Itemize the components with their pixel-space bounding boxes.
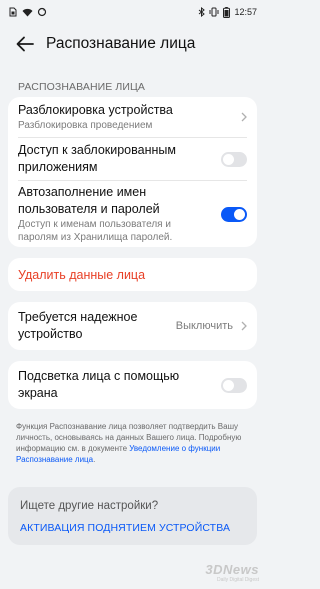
- delete-face-data-button[interactable]: Удалить данные лица: [8, 258, 257, 291]
- back-button[interactable]: [14, 33, 36, 55]
- screen-light-card: Подсветка лица с помощью экрана: [8, 361, 257, 409]
- unlock-device-subtitle: Разблокировка проведением: [18, 119, 153, 131]
- status-time: 12:57: [234, 7, 257, 17]
- sync-icon: [37, 7, 47, 17]
- autofill-subtitle: Доступ к именам пользователя и паролям и…: [18, 218, 173, 244]
- unlock-device-row[interactable]: Разблокировка устройства Разблокировка п…: [8, 97, 257, 137]
- wifi-icon: [22, 8, 33, 17]
- trusted-device-row[interactable]: Требуется надежное устройство Выключить: [8, 302, 257, 350]
- vibrate-icon: [209, 7, 219, 17]
- watermark-tagline: Daily Digital Digest: [217, 577, 259, 583]
- autofill-row: Автозаполнение имен пользователя и парол…: [8, 181, 257, 247]
- watermark-logo-text: 3DNews: [205, 562, 259, 577]
- chevron-right-icon: [237, 321, 247, 331]
- status-bar: 12:57: [0, 0, 265, 24]
- trusted-device-card: Требуется надежное устройство Выключить: [8, 302, 257, 350]
- screen-light-row: Подсветка лица с помощью экрана: [8, 361, 257, 409]
- delete-card: Удалить данные лица: [8, 258, 257, 291]
- app-bar: Распознавание лица: [0, 24, 265, 64]
- autofill-toggle[interactable]: [221, 206, 247, 222]
- suggestions-card: Ищете другие настройки? АКТИВАЦИЯ ПОДНЯТ…: [8, 487, 257, 545]
- trusted-device-value: Выключить: [175, 320, 233, 332]
- battery-icon: [223, 6, 231, 18]
- footnote-end: .: [93, 455, 96, 464]
- page-title: Распознавание лица: [46, 35, 196, 52]
- locked-apps-toggle[interactable]: [221, 151, 247, 167]
- bluetooth-icon: [198, 7, 206, 17]
- locked-apps-title: Доступ к заблокированным приложениям: [18, 143, 176, 174]
- screen-light-title: Подсветка лица с помощью экрана: [18, 369, 180, 400]
- chevron-right-icon: [237, 112, 247, 122]
- back-arrow-icon: [16, 36, 34, 52]
- locked-apps-row: Доступ к заблокированным приложениям: [8, 138, 257, 180]
- raise-to-wake-link[interactable]: АКТИВАЦИЯ ПОДНЯТИЕМ УСТРОЙСТВА: [20, 522, 245, 534]
- trusted-device-title: Требуется надежное устройство: [18, 310, 138, 341]
- unlock-device-title: Разблокировка устройства: [18, 102, 173, 117]
- face-settings-card: Разблокировка устройства Разблокировка п…: [8, 97, 257, 247]
- section-header: РАСПОЗНАВАНИЕ ЛИЦА: [18, 81, 146, 93]
- footnote: Функция Распознавание лица позволяет под…: [0, 409, 265, 465]
- screen-light-toggle[interactable]: [221, 377, 247, 393]
- sim-icon: [8, 7, 18, 17]
- watermark-logo: 3DNews Daily Digital Digest: [205, 562, 259, 583]
- suggestions-question: Ищете другие настройки?: [20, 500, 159, 512]
- delete-face-data-label: Удалить данные лица: [18, 267, 146, 282]
- autofill-title: Автозаполнение имен пользователя и парол…: [18, 184, 160, 216]
